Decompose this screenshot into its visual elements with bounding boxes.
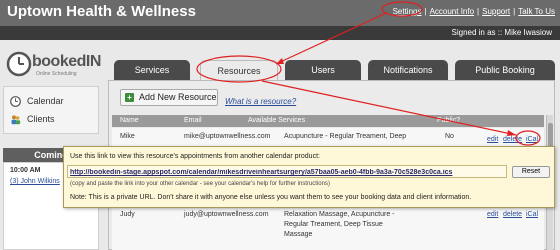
ical-link-popup: Use this link to view this resource's ap…	[63, 146, 555, 208]
tab-public-booking[interactable]: Public Booking	[455, 60, 555, 80]
edit-link[interactable]: edit	[487, 211, 498, 218]
plus-icon: +	[125, 93, 134, 102]
table-row: Judy judy@uptownwellness.com Relaxation …	[112, 208, 544, 250]
resource-name: Judy	[120, 211, 135, 218]
coming-appointment-link[interactable]: (3) John Wilkins	[10, 178, 60, 185]
sidebar-item-calendar-label: Calendar	[27, 96, 64, 106]
sidebar-item-clients-label: Clients	[27, 114, 55, 124]
popup-hint: (copy and paste the link into your other…	[70, 181, 330, 187]
sidebar-item-clients[interactable]: Clients	[10, 114, 55, 130]
table-row: Mike mike@uptownwellness.com Acupuncture…	[112, 128, 544, 148]
ical-link[interactable]: iCal	[526, 136, 538, 143]
tab-users[interactable]: Users	[285, 60, 361, 80]
sidebar-item-calendar[interactable]: Calendar	[10, 96, 64, 112]
signed-in-text: Signed in as :: Mike Iwasiow	[451, 28, 553, 37]
top-links: Settings | Account Info | Support | Talk To Us	[392, 7, 555, 16]
popup-instructions: Use this link to view this resource's ap…	[70, 153, 320, 160]
bookedin-logo: bookedIN Online Scheduling	[6, 47, 101, 79]
resource-services-line: Regular Treament, Deep Tissue	[284, 221, 383, 228]
settings-link[interactable]: Settings	[393, 7, 422, 16]
support-link[interactable]: Support	[482, 7, 510, 16]
add-new-resource-label: Add New Resource	[139, 92, 217, 102]
sidebar-nav: Calendar Clients	[3, 86, 99, 134]
add-new-resource-button[interactable]: + Add New Resource	[120, 89, 218, 106]
reset-button[interactable]: Reset	[512, 166, 550, 178]
column-header-services: Available Services	[248, 117, 306, 124]
what-is-resource-link[interactable]: What is a resource?	[225, 97, 296, 106]
account-info-link[interactable]: Account Info	[430, 7, 474, 16]
table-header: Name Email Available Services Public?	[112, 115, 544, 127]
tab-services[interactable]: Services	[114, 60, 190, 80]
resource-public: No	[445, 133, 454, 140]
talk-to-us-link[interactable]: Talk To Us	[518, 7, 555, 16]
resource-name: Mike	[120, 133, 135, 140]
ical-url-link[interactable]: http://bookedin-stage.appspot.com/calend…	[70, 169, 542, 176]
delete-link[interactable]: delete	[503, 136, 522, 143]
resource-services-line: Relaxation Massage, Acupuncture -	[284, 211, 395, 218]
resource-services-line: Massage	[284, 231, 313, 238]
resource-email: mike@uptownwellness.com	[184, 133, 271, 140]
popup-note: Note: This is a private URL. Don't share…	[70, 194, 472, 201]
edit-link[interactable]: edit	[487, 136, 498, 143]
column-header-name: Name	[120, 117, 139, 124]
resource-email: judy@uptownwellness.com	[184, 211, 269, 218]
app-title: Uptown Health & Wellness	[7, 3, 196, 20]
clock-icon	[10, 96, 21, 108]
logo-text: bookedIN	[32, 53, 101, 70]
logo-clock-icon	[6, 51, 32, 77]
resource-services: Acupuncture - Regular Treament, Deep	[284, 133, 407, 140]
ical-link[interactable]: iCal	[526, 211, 538, 218]
top-bar: Uptown Health & Wellness Settings | Accoun…	[0, 0, 560, 26]
delete-link[interactable]: delete	[503, 211, 522, 218]
logo-subtitle: Online Scheduling	[36, 71, 77, 77]
coming-time: 10:00 AM	[10, 167, 41, 174]
people-icon	[11, 115, 21, 125]
column-header-email: Email	[184, 117, 202, 124]
app-page: Uptown Health & Wellness Settings | Accoun…	[0, 0, 560, 250]
column-header-public: Public?	[437, 117, 460, 124]
tab-notifications[interactable]: Notifications	[368, 60, 448, 80]
signed-in-bar: Signed in as :: Mike Iwasiow	[0, 26, 560, 40]
tab-resources[interactable]: Resources	[200, 60, 278, 80]
